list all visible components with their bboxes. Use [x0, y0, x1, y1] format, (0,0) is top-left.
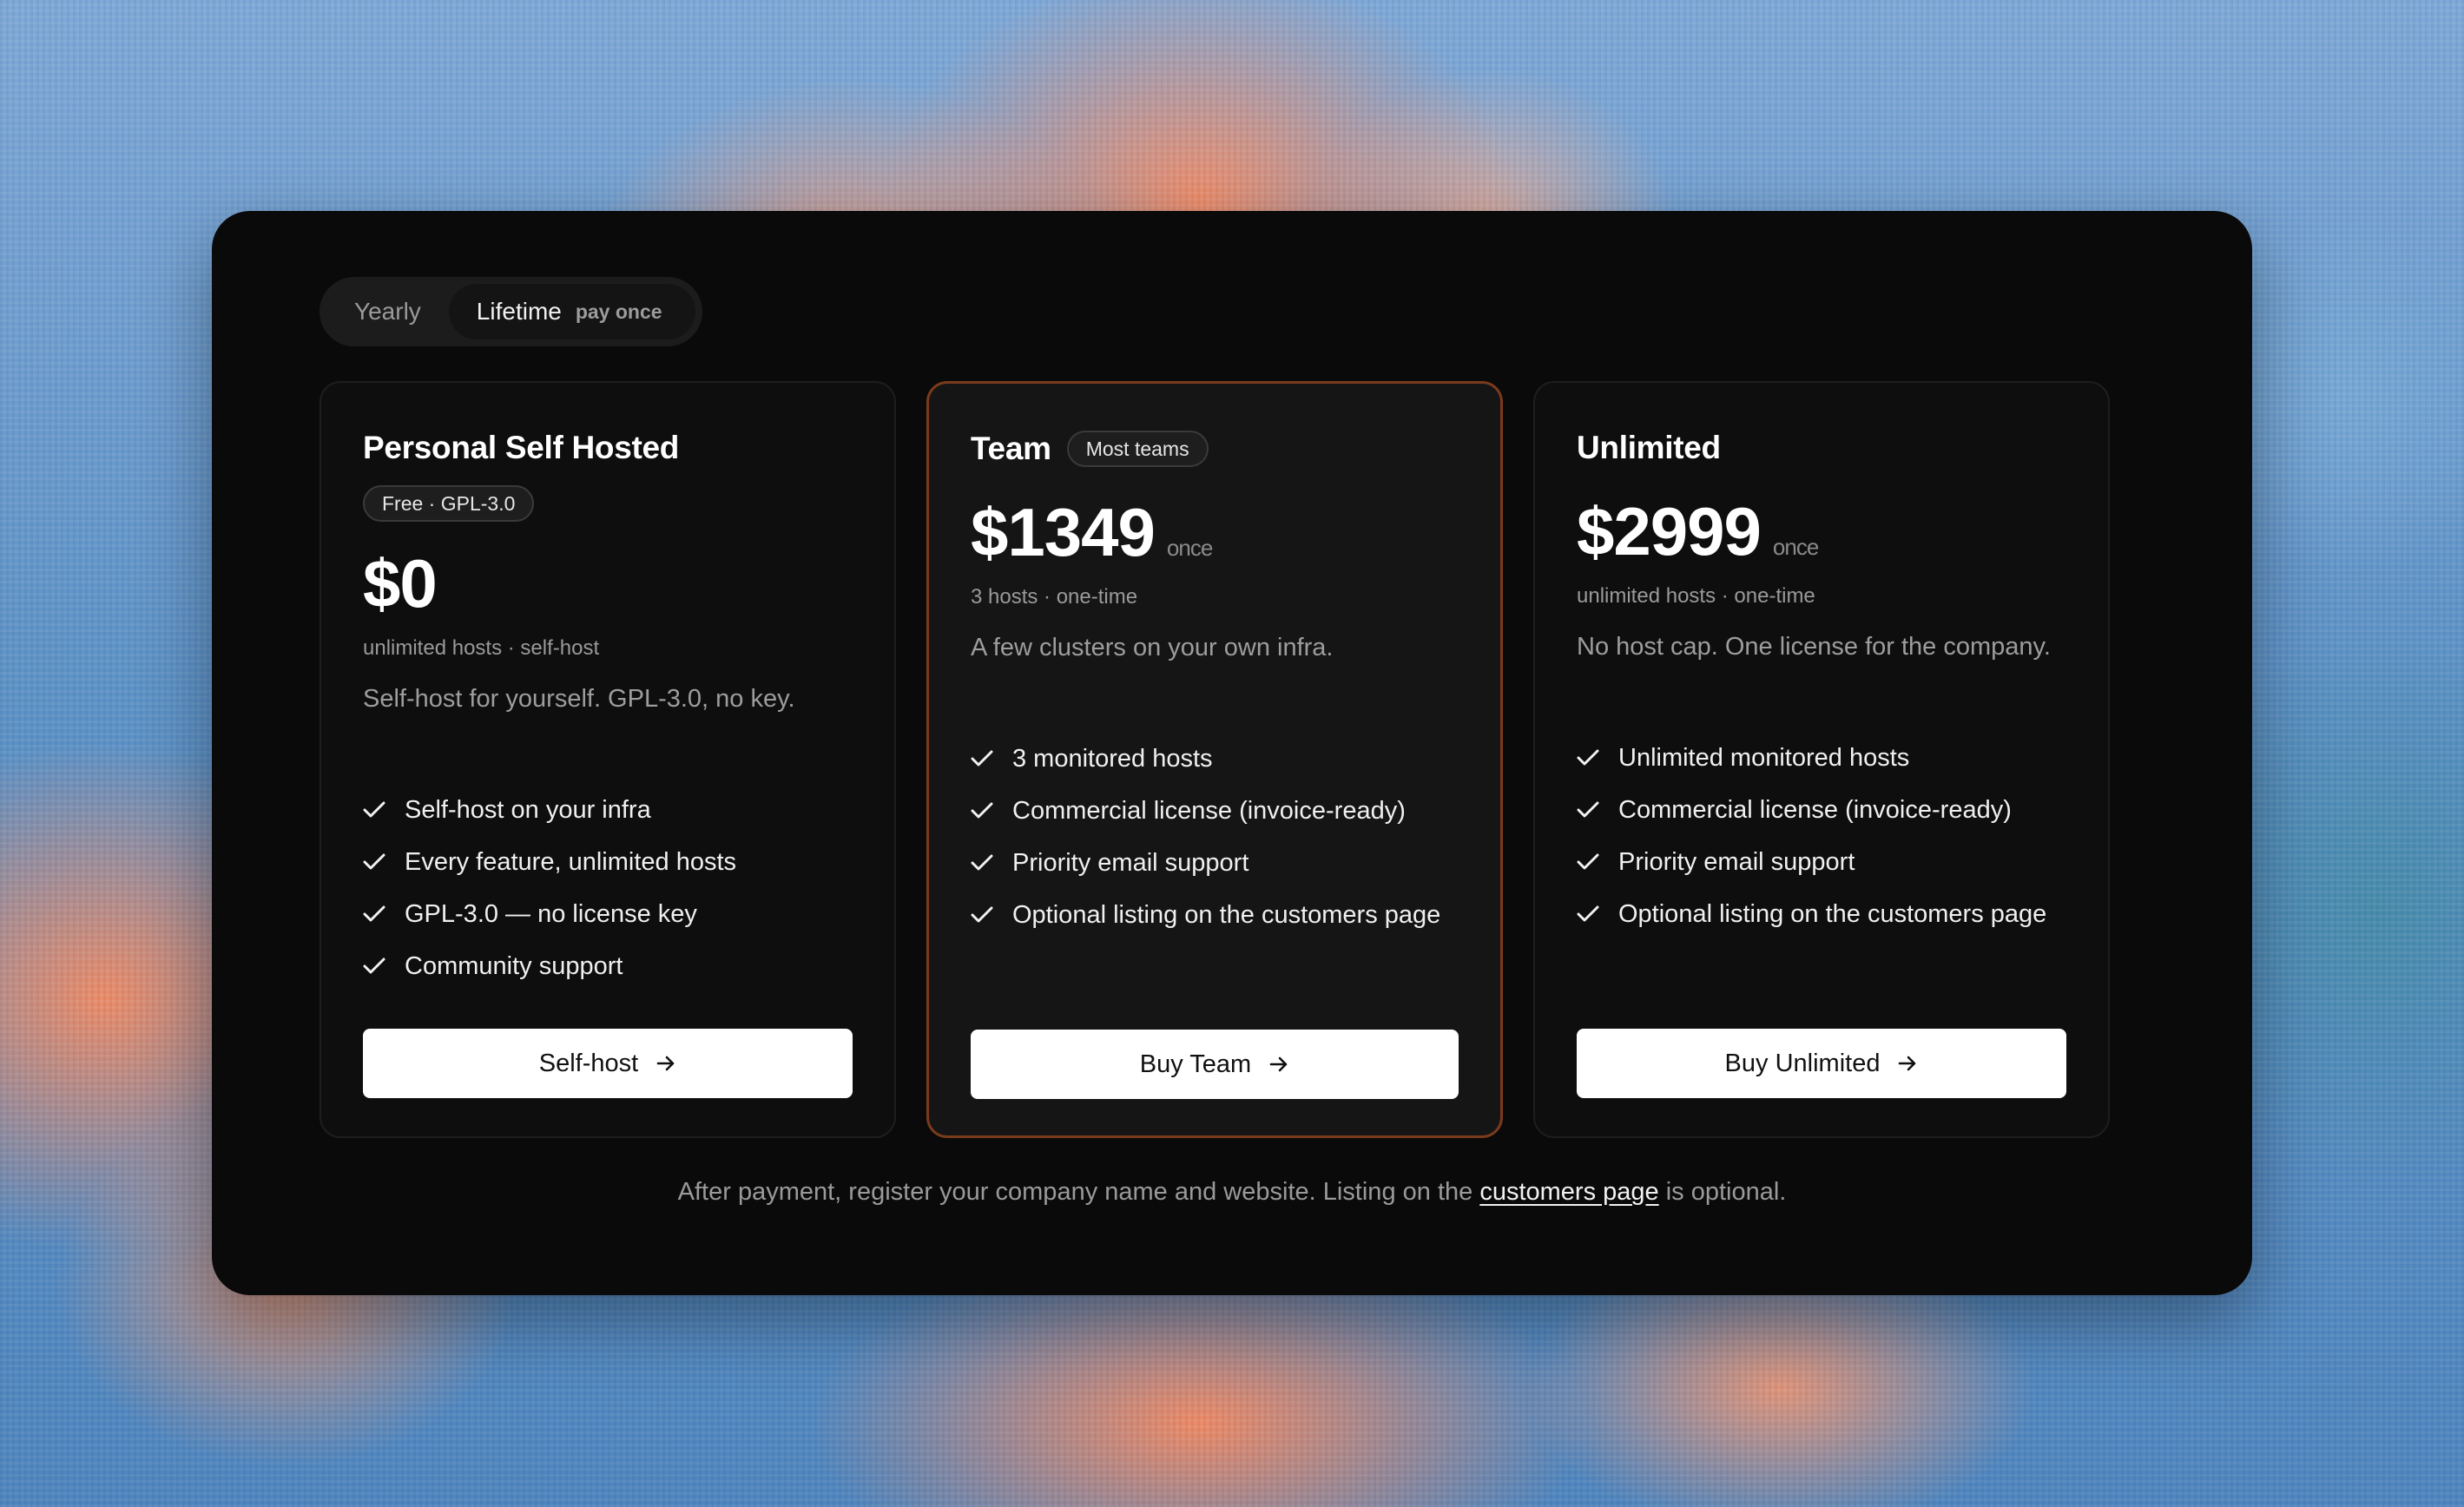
price-unit: once: [1166, 535, 1213, 561]
footer-note: After payment, register your company nam…: [212, 1178, 2252, 1207]
feature-item: 3 monitored hosts: [971, 733, 1440, 785]
feature-item: Priority email support: [971, 837, 1440, 889]
self-host-button[interactable]: Self-host: [363, 1029, 853, 1098]
plan-description: No host cap. One license for the company…: [1577, 633, 2051, 661]
feature-item: Priority email support: [1577, 836, 2046, 888]
feature-item: Self-host on your infra: [363, 784, 736, 836]
plan-price: $2999: [1577, 493, 1762, 569]
feature-text: Priority email support: [1012, 848, 1249, 877]
arrow-right-icon: [1897, 1053, 1918, 1074]
plan-card-personal: Personal Self Hosted Free · GPL-3.0 $0 u…: [320, 381, 896, 1138]
feature-list: Unlimited monitored hosts Commercial lic…: [1577, 732, 2046, 940]
most-teams-badge: Most teams: [1066, 431, 1209, 467]
check-icon: [971, 750, 1012, 767]
feature-text: Priority email support: [1618, 847, 1855, 876]
buy-unlimited-button[interactable]: Buy Unlimited: [1577, 1029, 2066, 1098]
check-icon: [1577, 905, 1618, 923]
arrow-right-icon: [1268, 1054, 1289, 1075]
check-icon: [971, 906, 1012, 924]
plan-description: Self-host for yourself. GPL-3.0, no key.: [363, 685, 795, 713]
feature-text: Every feature, unlimited hosts: [405, 847, 737, 876]
feature-text: Commercial license (invoice-ready): [1618, 795, 2012, 824]
check-icon: [971, 854, 1012, 872]
cta-label: Self-host: [538, 1049, 639, 1077]
feature-text: Community support: [405, 951, 623, 980]
check-icon: [363, 801, 405, 819]
plan-meta: unlimited hosts · one-time: [1577, 584, 1815, 608]
pricing-panel: Yearly Lifetime pay once Personal Self H…: [212, 211, 2252, 1295]
plan-badge: Free · GPL-3.0: [363, 485, 535, 522]
cta-label: Buy Unlimited: [1724, 1049, 1881, 1077]
footer-text-before: After payment, register your company nam…: [677, 1178, 1480, 1206]
feature-item: Commercial license (invoice-ready): [1577, 784, 2046, 836]
cta-label: Buy Team: [1139, 1050, 1252, 1078]
feature-text: Unlimited monitored hosts: [1618, 743, 1910, 772]
price-unit: once: [1772, 534, 1819, 560]
feature-text: Optional listing on the customers page: [1012, 900, 1441, 929]
check-icon: [363, 905, 405, 923]
buy-team-button[interactable]: Buy Team: [971, 1030, 1459, 1099]
plan-description: A few clusters on your own infra.: [971, 634, 1334, 661]
check-icon: [971, 802, 1012, 819]
toggle-yearly[interactable]: Yearly: [326, 284, 449, 339]
feature-text: GPL-3.0 — no license key: [405, 899, 697, 928]
plan-name: Unlimited: [1577, 430, 1721, 465]
toggle-lifetime-label: Lifetime: [476, 298, 562, 325]
check-icon: [1577, 801, 1618, 819]
feature-text: Self-host on your infra: [405, 795, 651, 824]
feature-item: Every feature, unlimited hosts: [363, 836, 736, 888]
feature-text: 3 monitored hosts: [1012, 744, 1213, 773]
plan-price: $1349: [971, 494, 1156, 570]
feature-item: Commercial license (invoice-ready): [971, 785, 1440, 837]
arrow-right-icon: [656, 1053, 676, 1074]
check-icon: [363, 853, 405, 871]
billing-toggle: Yearly Lifetime pay once: [320, 277, 702, 346]
feature-item: Optional listing on the customers page: [1577, 888, 2046, 940]
check-icon: [363, 958, 405, 975]
plan-meta: unlimited hosts · self-host: [363, 636, 600, 660]
plan-meta: 3 hosts · one-time: [971, 585, 1138, 609]
feature-text: Optional listing on the customers page: [1618, 899, 2047, 928]
customers-page-link[interactable]: customers page: [1479, 1178, 1658, 1206]
toggle-yearly-label: Yearly: [354, 298, 421, 325]
toggle-lifetime[interactable]: Lifetime pay once: [448, 284, 695, 339]
plan-name: Personal Self Hosted: [363, 430, 680, 465]
plan-name: Team: [971, 431, 1051, 466]
footer-text-after: is optional.: [1658, 1178, 1787, 1206]
feature-list: 3 monitored hosts Commercial license (in…: [971, 733, 1440, 941]
plan-price: $0: [363, 545, 438, 622]
feature-item: Optional listing on the customers page: [971, 889, 1440, 941]
feature-item: Unlimited monitored hosts: [1577, 732, 2046, 784]
feature-item: Community support: [363, 940, 736, 992]
plan-card-team: Team Most teams $1349 once 3 hosts · one…: [926, 381, 1503, 1138]
toggle-lifetime-tag: pay once: [575, 299, 662, 323]
feature-list: Self-host on your infra Every feature, u…: [363, 784, 736, 992]
feature-text: Commercial license (invoice-ready): [1012, 796, 1406, 825]
plan-card-unlimited: Unlimited $2999 once unlimited hosts · o…: [1533, 381, 2110, 1138]
feature-item: GPL-3.0 — no license key: [363, 888, 736, 940]
check-icon: [1577, 749, 1618, 767]
check-icon: [1577, 853, 1618, 871]
